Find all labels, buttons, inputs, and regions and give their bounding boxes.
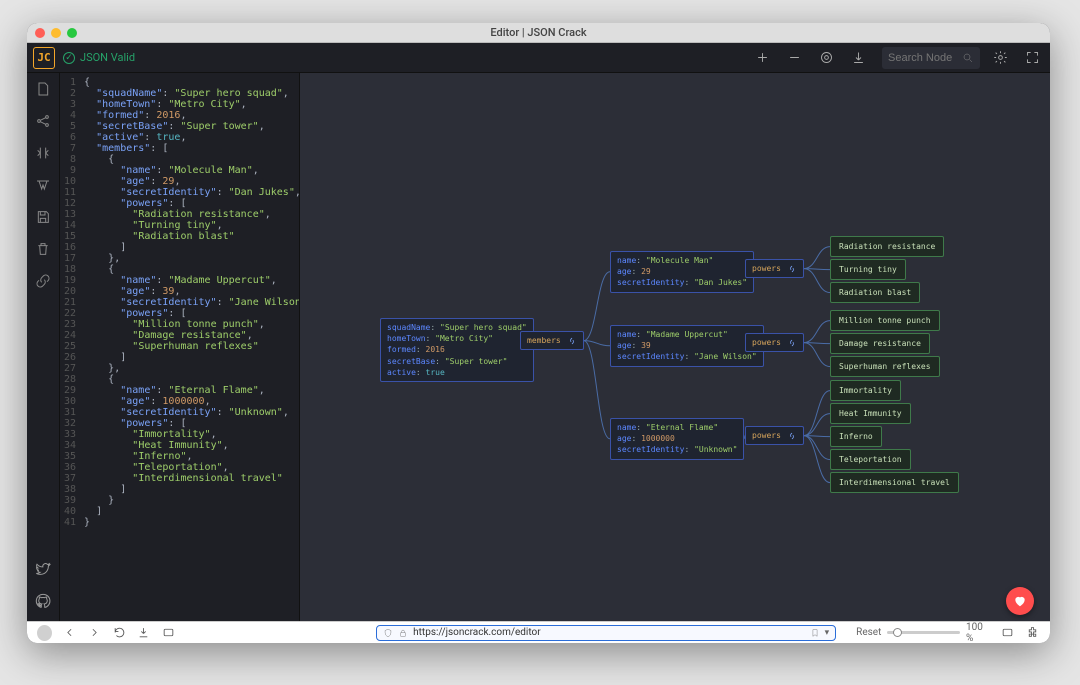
download-button[interactable]	[136, 625, 151, 641]
screenshot-icon[interactable]	[1000, 625, 1015, 641]
graph-leaf-0-1[interactable]: Turning tiny	[830, 259, 906, 280]
save-icon[interactable]	[33, 207, 53, 227]
code-body[interactable]: { "squadName": "Super hero squad", "home…	[84, 73, 299, 643]
twitter-icon[interactable]	[33, 559, 53, 579]
bookmark-icon[interactable]	[810, 628, 820, 638]
graph-powers-node-2[interactable]: powers	[745, 426, 804, 445]
profile-avatar[interactable]	[37, 625, 52, 641]
status-label: JSON Valid	[80, 51, 135, 64]
graph-leaf-2-1[interactable]: Heat Immunity	[830, 403, 911, 424]
app-logo[interactable]: JC	[33, 47, 55, 69]
search-box[interactable]	[882, 47, 980, 69]
graph-leaf-2-0[interactable]: Immortality	[830, 380, 901, 401]
graph-leaf-1-1[interactable]: Damage resistance	[830, 333, 930, 354]
search-icon	[962, 52, 974, 64]
graph-root-node[interactable]: squadName: "Super hero squad"homeTown: "…	[380, 318, 534, 382]
reset-zoom-label[interactable]: Reset	[856, 627, 881, 638]
graph-leaf-2-4[interactable]: Interdimensional travel	[830, 472, 959, 493]
graph-leaf-1-0[interactable]: Million tonne punch	[830, 310, 940, 331]
forward-button[interactable]	[87, 625, 102, 641]
app-topbar: JC ✓ JSON Valid	[27, 43, 1050, 73]
app-window: Editor | JSON Crack JC ✓ JSON Valid	[27, 23, 1050, 643]
url-text: https://jsoncrack.com/editor	[413, 627, 540, 638]
graph-leaf-0-0[interactable]: Radiation resistance	[830, 236, 944, 257]
lock-icon	[398, 628, 408, 638]
gear-icon[interactable]	[988, 46, 1012, 70]
code-editor[interactable]: 1234567891011121314151617181920212223242…	[60, 73, 300, 643]
graph-members-node[interactable]: members	[520, 331, 584, 350]
graph-powers-node-0[interactable]: powers	[745, 259, 804, 278]
json-valid-badge: ✓ JSON Valid	[63, 51, 135, 64]
graph-member-node-0[interactable]: name: "Molecule Man"age: 29secretIdentit…	[610, 251, 754, 293]
back-button[interactable]	[62, 625, 77, 641]
window-title: Editor | JSON Crack	[27, 26, 1050, 39]
line-gutter: 1234567891011121314151617181920212223242…	[60, 73, 84, 643]
shield-icon	[383, 628, 393, 638]
left-toolbar	[27, 73, 60, 643]
graph-canvas[interactable]: squadName: "Super hero squad"homeTown: "…	[300, 73, 1050, 643]
fullscreen-icon[interactable]	[1020, 46, 1044, 70]
share-icon[interactable]	[33, 111, 53, 131]
graph-member-node-2[interactable]: name: "Eternal Flame"age: 1000000secretI…	[610, 418, 744, 460]
github-icon[interactable]	[33, 591, 53, 611]
zoom-value: 100 %	[966, 622, 990, 644]
graph-leaf-1-2[interactable]: Superhuman reflexes	[830, 356, 940, 377]
address-bar[interactable]: https://jsoncrack.com/editor ▾	[376, 625, 836, 641]
minus-icon[interactable]	[782, 46, 806, 70]
download-icon[interactable]	[846, 46, 870, 70]
search-input[interactable]	[888, 52, 958, 64]
tabs-button[interactable]	[161, 625, 176, 641]
window-titlebar: Editor | JSON Crack	[27, 23, 1050, 43]
collapse-icon[interactable]	[33, 143, 53, 163]
graph-leaf-0-2[interactable]: Radiation blast	[830, 282, 920, 303]
add-icon[interactable]	[750, 46, 774, 70]
reload-button[interactable]	[112, 625, 127, 641]
file-icon[interactable]	[33, 79, 53, 99]
zoom-slider[interactable]	[887, 631, 960, 634]
browser-toolbar: https://jsoncrack.com/editor ▾ Reset 100…	[27, 621, 1050, 643]
trash-icon[interactable]	[33, 239, 53, 259]
check-icon: ✓	[63, 52, 75, 64]
extensions-icon[interactable]	[1025, 625, 1040, 641]
wikipedia-icon[interactable]	[33, 175, 53, 195]
graph-member-node-1[interactable]: name: "Madame Uppercut"age: 39secretIden…	[610, 325, 764, 367]
link-icon[interactable]	[33, 271, 53, 291]
graph-leaf-2-3[interactable]: Teleportation	[830, 449, 911, 470]
graph-powers-node-1[interactable]: powers	[745, 333, 804, 352]
chevron-down-icon[interactable]: ▾	[825, 628, 830, 638]
target-icon[interactable]	[814, 46, 838, 70]
sponsor-button[interactable]	[1006, 587, 1034, 615]
graph-leaf-2-2[interactable]: Inferno	[830, 426, 882, 447]
